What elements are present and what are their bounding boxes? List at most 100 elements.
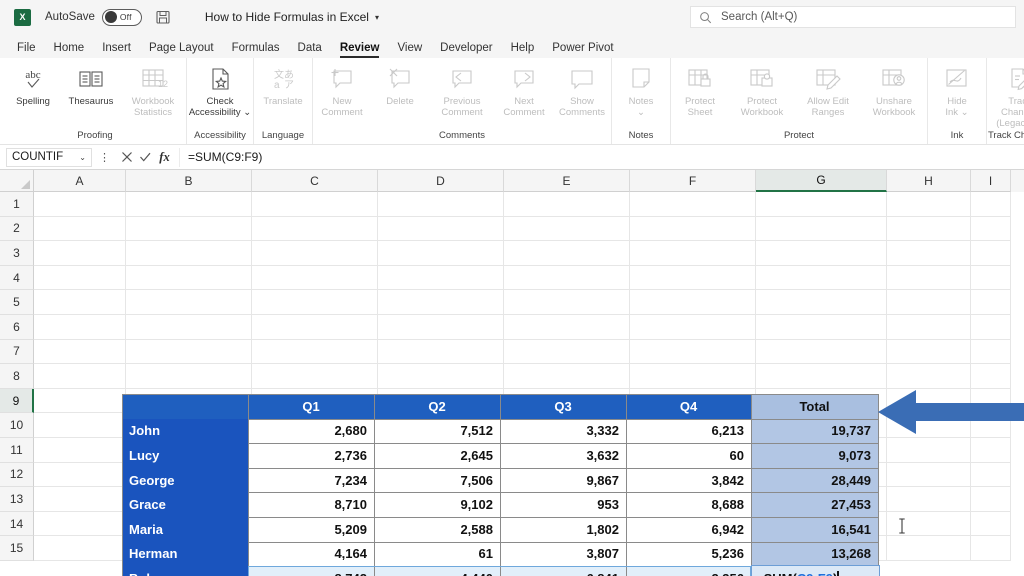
table-cell-D6[interactable]: 9,102 (374, 492, 500, 517)
table-cell-name[interactable]: Lucy (122, 443, 248, 468)
cell-C4[interactable] (252, 265, 378, 291)
ribbon-button-allow-edit-ranges[interactable]: Allow Edit Ranges (795, 61, 861, 118)
table-header-total[interactable]: Total (751, 394, 878, 419)
cell-H2[interactable] (887, 216, 971, 242)
table-cell-name[interactable]: Bob (122, 566, 248, 576)
row-header-15[interactable]: 15 (0, 536, 34, 561)
table-cell-F7[interactable]: 6,942 (626, 517, 751, 542)
table-cell-C6[interactable]: 8,710 (248, 492, 374, 517)
tab-developer[interactable]: Developer (431, 41, 501, 58)
chevron-down-icon[interactable]: ⌄ (79, 153, 86, 162)
table-cell-E3[interactable]: 3,332 (500, 418, 626, 444)
row-header-5[interactable]: 5 (0, 290, 34, 315)
cell-F5[interactable] (630, 290, 756, 315)
table-header-q2[interactable]: Q2 (374, 394, 500, 419)
cell-F8[interactable] (630, 364, 756, 389)
cell-B5[interactable] (126, 290, 252, 315)
cell-I14[interactable] (971, 511, 1011, 537)
cell-A13[interactable] (34, 487, 126, 512)
cell-C6[interactable] (252, 314, 378, 340)
cell-I5[interactable] (971, 290, 1011, 315)
ribbon-button-new-comment[interactable]: New Comment (313, 61, 371, 118)
table-header-q3[interactable]: Q3 (500, 394, 626, 419)
chevron-down-icon[interactable]: ▾ (375, 13, 379, 22)
document-title[interactable]: How to Hide Formulas in Excel (205, 10, 369, 24)
row-header-4[interactable]: 4 (0, 265, 34, 291)
table-header-q4[interactable]: Q4 (626, 394, 751, 419)
table-cell-C4[interactable]: 2,736 (248, 443, 374, 468)
ribbon-button-delete[interactable]: Delete (371, 61, 429, 107)
cell-H3[interactable] (887, 241, 971, 266)
cell-B7[interactable] (126, 339, 252, 365)
cell-I2[interactable] (971, 216, 1011, 242)
row-header-11[interactable]: 11 (0, 437, 34, 463)
cell-I12[interactable] (971, 462, 1011, 488)
cell-B1[interactable] (126, 192, 252, 217)
table-cell-F3[interactable]: 6,213 (626, 418, 751, 444)
ribbon-button-check-accessibility[interactable]: Check Accessibility ⌄ (187, 61, 253, 118)
cell-A12[interactable] (34, 462, 126, 488)
ribbon-button-next-comment[interactable]: Next Comment (495, 61, 553, 118)
table-cell-F4[interactable]: 60 (626, 443, 751, 468)
tab-page-layout[interactable]: Page Layout (140, 41, 223, 58)
cell-H8[interactable] (887, 364, 971, 389)
ribbon-button-protect-sheet[interactable]: Protect Sheet (671, 61, 729, 118)
ribbon-button-show-comments[interactable]: Show Comments (553, 61, 611, 118)
row-header-13[interactable]: 13 (0, 487, 34, 512)
cell-A4[interactable] (34, 265, 126, 291)
cell-F7[interactable] (630, 339, 756, 365)
cell-A1[interactable] (34, 192, 126, 217)
cell-D2[interactable] (378, 216, 504, 242)
tab-data[interactable]: Data (289, 41, 331, 58)
table-cell-E4[interactable]: 3,632 (500, 443, 626, 468)
cell-C2[interactable] (252, 216, 378, 242)
cell-I13[interactable] (971, 487, 1011, 512)
cell-A3[interactable] (34, 241, 126, 266)
cell-G2[interactable] (756, 216, 887, 242)
cell-D1[interactable] (378, 192, 504, 217)
cell-B3[interactable] (126, 241, 252, 266)
tab-formulas[interactable]: Formulas (223, 41, 289, 58)
cancel-icon[interactable] (117, 148, 136, 167)
tab-home[interactable]: Home (45, 41, 94, 58)
table-cell-C9[interactable]: 8,742 (248, 566, 374, 576)
cell-I7[interactable] (971, 339, 1011, 365)
cell-I4[interactable] (971, 265, 1011, 291)
cell-C5[interactable] (252, 290, 378, 315)
cell-I8[interactable] (971, 364, 1011, 389)
cell-B2[interactable] (126, 216, 252, 242)
tab-insert[interactable]: Insert (93, 41, 140, 58)
autosave-toggle[interactable]: Off (101, 8, 142, 26)
cell-H15[interactable] (887, 536, 971, 561)
ribbon-button-hide-ink[interactable]: Hide Ink ⌄ (928, 61, 986, 118)
cell-E8[interactable] (504, 364, 630, 389)
fx-icon[interactable]: fx (155, 148, 174, 167)
tab-review[interactable]: Review (331, 41, 389, 58)
cell-G3[interactable] (756, 241, 887, 266)
cell-A2[interactable] (34, 216, 126, 242)
enter-icon[interactable] (136, 148, 155, 167)
table-header-blank[interactable] (122, 394, 248, 419)
table-header-q1[interactable]: Q1 (248, 394, 374, 419)
cell-G8[interactable] (756, 364, 887, 389)
ribbon-button-spelling[interactable]: abc Spelling (4, 61, 62, 107)
table-cell-E8[interactable]: 3,807 (500, 541, 626, 567)
table-cell-name[interactable]: Herman (122, 541, 248, 567)
cell-A9[interactable] (34, 388, 126, 414)
cell-D6[interactable] (378, 314, 504, 340)
column-header-G[interactable]: G (756, 170, 887, 192)
row-header-3[interactable]: 3 (0, 241, 34, 266)
tab-help[interactable]: Help (502, 41, 544, 58)
cell-A14[interactable] (34, 511, 126, 537)
table-cell-D9[interactable]: 4,440 (374, 566, 500, 576)
editing-cell-G9[interactable]: =SUM(C9:F9) (751, 565, 880, 576)
column-header-D[interactable]: D (378, 170, 504, 192)
table-cell-name[interactable]: Maria (122, 517, 248, 542)
cell-F4[interactable] (630, 265, 756, 291)
table-cell-F9[interactable]: 2,356 (626, 566, 751, 576)
cell-C7[interactable] (252, 339, 378, 365)
ribbon-button-notes[interactable]: Notes ⌄ (612, 61, 670, 118)
search-input[interactable]: Search (Alt+Q) (690, 6, 1016, 28)
cell-G7[interactable] (756, 339, 887, 365)
row-header-2[interactable]: 2 (0, 216, 34, 242)
